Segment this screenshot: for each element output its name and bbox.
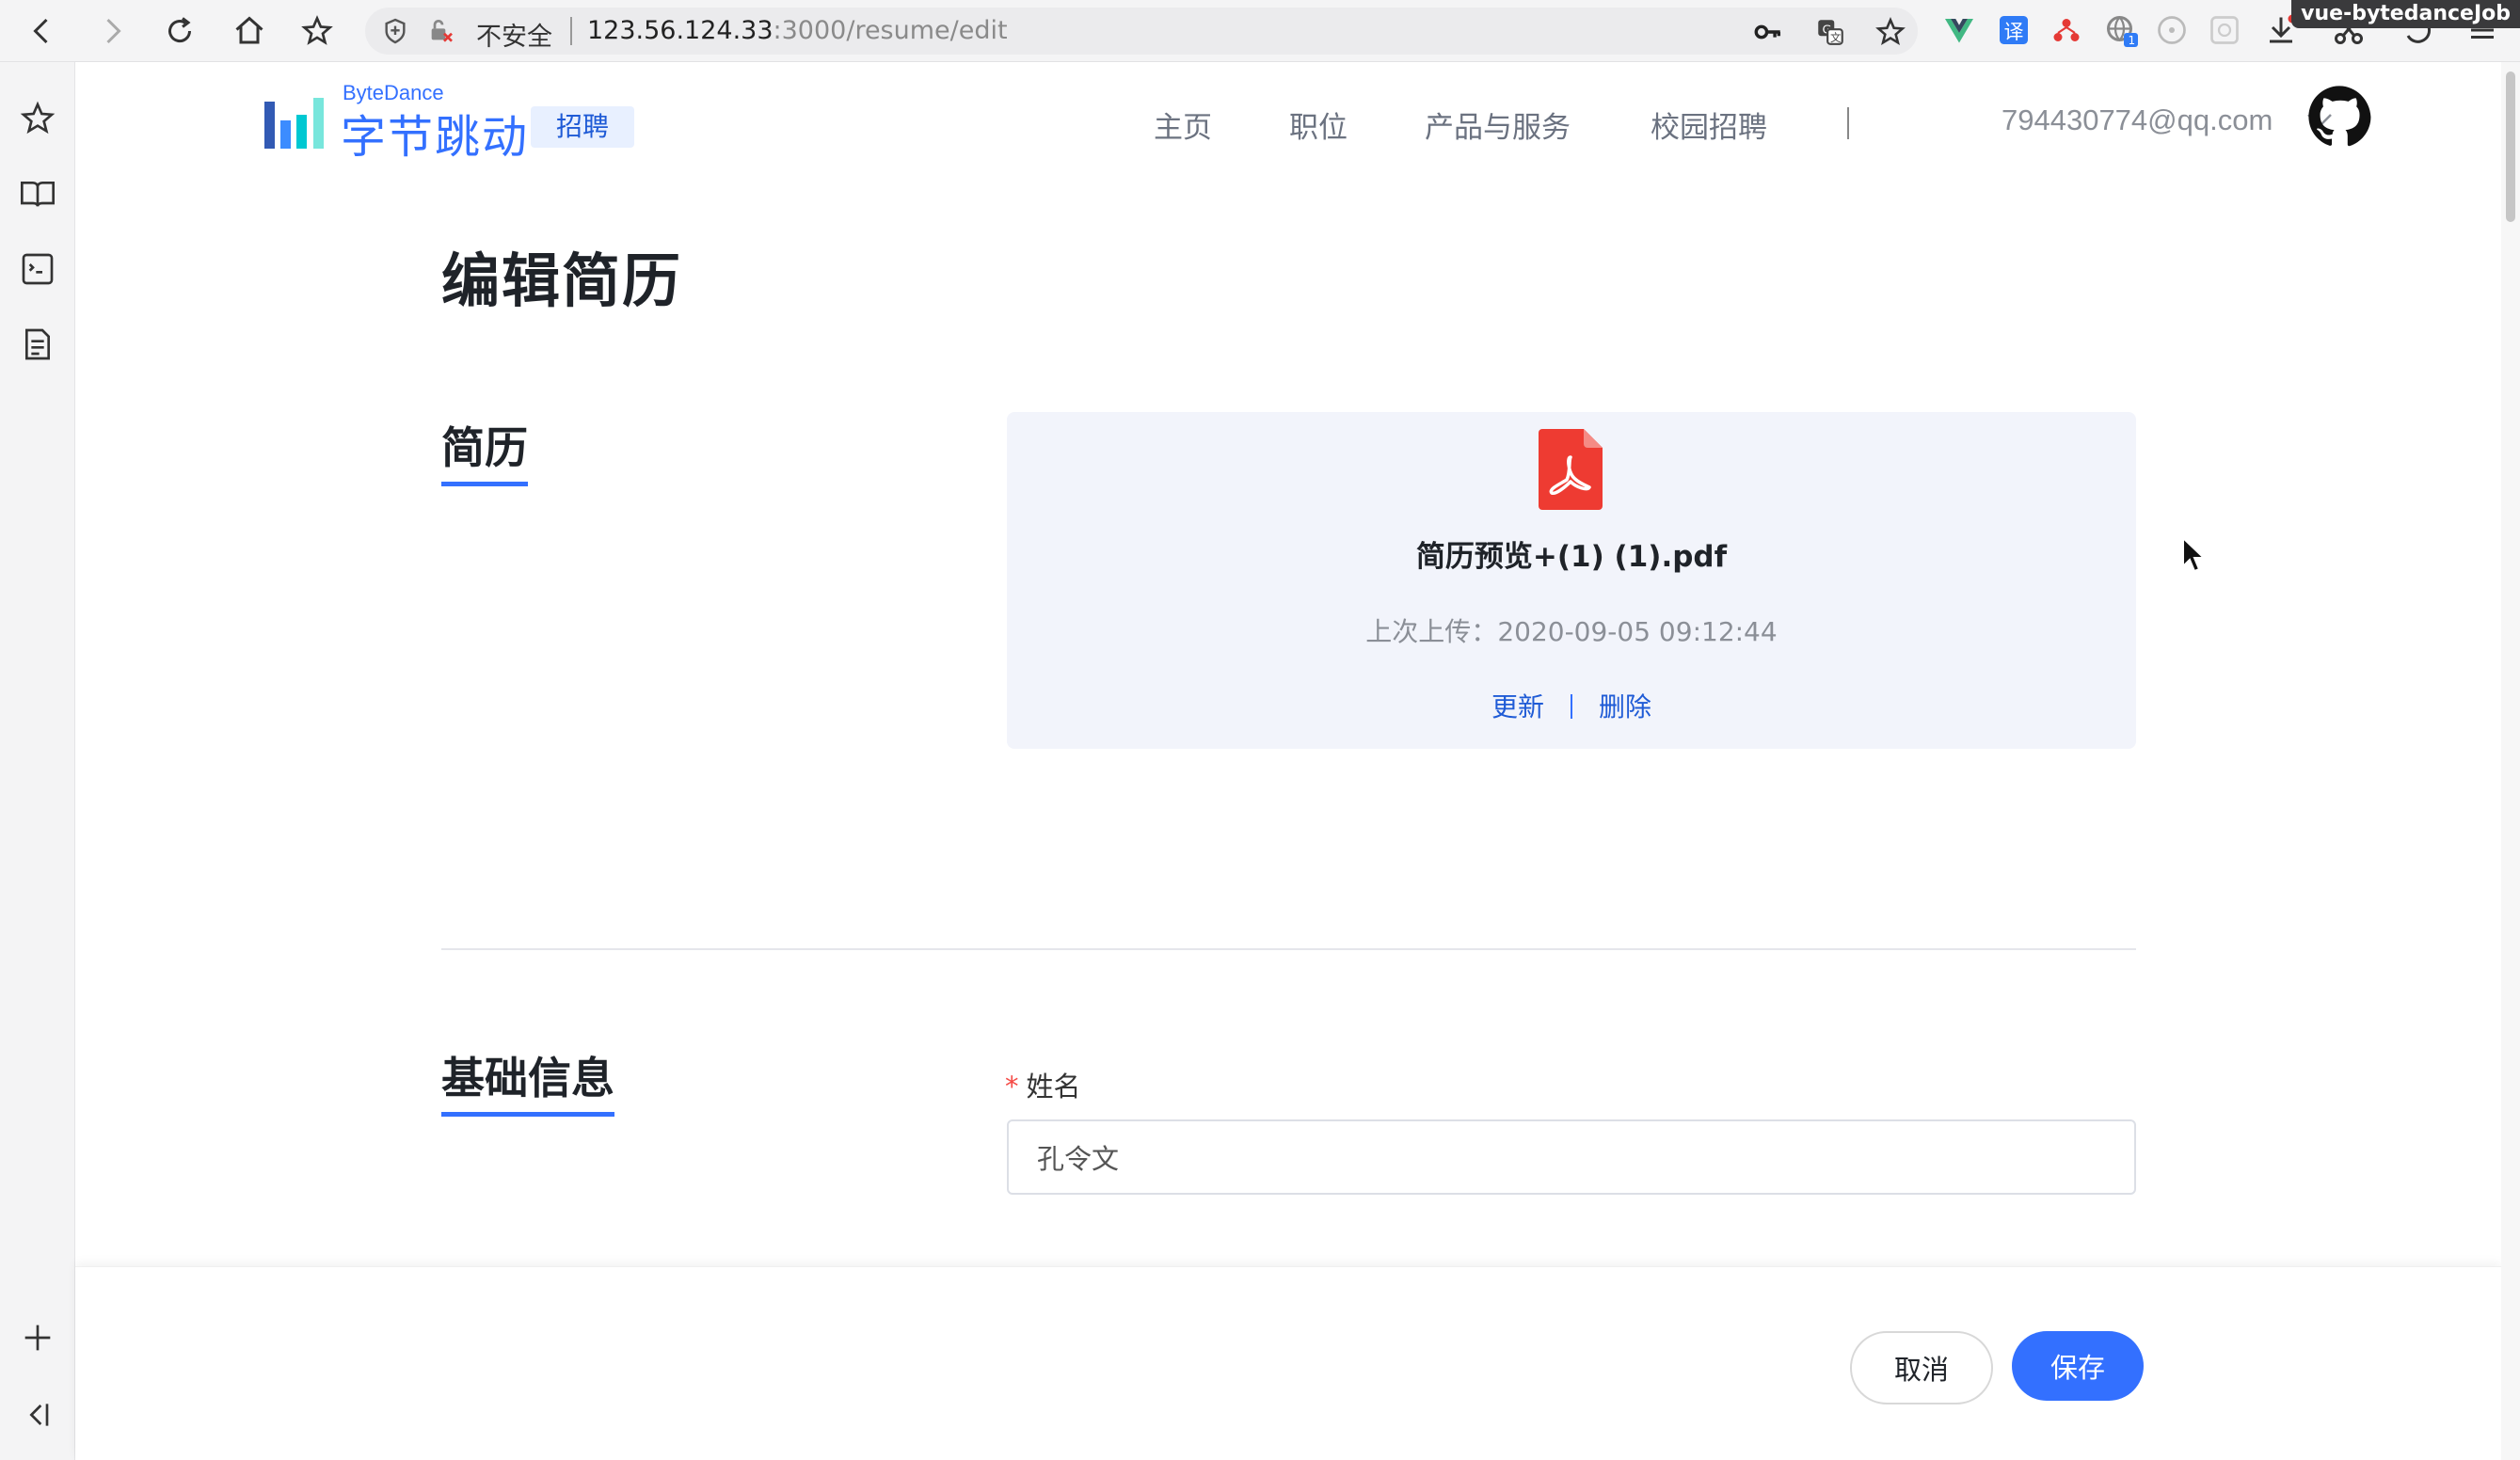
reload-icon <box>168 17 192 43</box>
logo-recruit-tag: 招聘 <box>531 106 634 148</box>
name-input[interactable] <box>1007 1119 2136 1195</box>
nav-campus[interactable]: 校园招聘 <box>1651 103 1767 146</box>
react-extension-icon[interactable] <box>2155 13 2189 47</box>
puzzle-extension-icon[interactable] <box>2208 13 2241 47</box>
plus-icon <box>24 1325 51 1351</box>
resume-upload-info: 上次上传：2020-09-05 09:12:44 <box>1007 611 2136 649</box>
section-divider <box>441 948 2136 950</box>
form-action-bar: 取消 保存 <box>75 1266 2501 1460</box>
sidebar-notes[interactable] <box>19 325 56 363</box>
sidebar-favorites[interactable] <box>19 100 56 137</box>
browser-sidebar <box>0 62 75 1460</box>
home-icon <box>235 16 263 44</box>
repo-badge: vue-bytedanceJob <box>2291 0 2520 28</box>
back-button[interactable] <box>21 9 64 53</box>
nav-divider <box>1847 107 1849 139</box>
star-icon <box>301 15 333 45</box>
sidebar-add[interactable] <box>19 1319 56 1357</box>
address-separator <box>570 17 572 45</box>
github-icon[interactable] <box>2307 85 2371 149</box>
page-scrollbar[interactable] <box>2501 62 2520 1460</box>
home-button[interactable] <box>228 9 271 53</box>
page-title: 编辑简历 <box>441 246 683 315</box>
bytedance-logo-icon[interactable] <box>264 94 328 149</box>
bookmark-star-icon[interactable] <box>1874 16 1906 48</box>
url-text[interactable]: 123.56.124.33:3000/resume/edit <box>587 16 1008 45</box>
required-mark: * <box>1005 1071 1019 1103</box>
sidebar-screenshot[interactable] <box>19 250 56 288</box>
translate-icon[interactable]: G文 <box>1814 16 1846 48</box>
address-bar[interactable]: 不安全 123.56.124.33:3000/resume/edit G文 <box>365 8 1918 55</box>
last-upload-time: 2020-09-05 09:12:44 <box>1497 616 1778 647</box>
last-upload-label: 上次上传： <box>1365 616 1498 647</box>
action-separator <box>1571 694 1572 719</box>
collapse-sidebar-icon <box>29 1404 49 1426</box>
update-resume-link[interactable]: 更新 <box>1491 691 1544 722</box>
chevron-left-icon <box>33 18 48 44</box>
mouse-cursor-icon <box>2182 536 2207 573</box>
network-extension-icon[interactable] <box>2049 13 2083 47</box>
sidebar-reading-list[interactable] <box>19 175 56 213</box>
save-button[interactable]: 保存 <box>2012 1331 2144 1401</box>
name-label-text: 姓名 <box>1026 1071 1081 1103</box>
proxy-extension-icon[interactable]: 1 <box>2104 13 2138 47</box>
resume-filename[interactable]: 简历预览+(1) (1).pdf <box>1007 532 2136 575</box>
section-title-basic-info: 基础信息 <box>441 1044 614 1117</box>
screenshot-icon <box>22 253 54 285</box>
sidebar-collapse[interactable] <box>19 1396 56 1434</box>
insecure-label: 不安全 <box>476 23 552 52</box>
site-header: ByteDance 字节跳动 招聘 主页 职位 产品与服务 校园招聘 79443… <box>75 62 2501 182</box>
logo-chinese[interactable]: 字节跳动 <box>341 100 529 166</box>
resume-actions: 更新 删除 <box>1007 687 2136 724</box>
document-icon <box>25 328 50 360</box>
resume-card: 简历预览+(1) (1).pdf 上次上传：2020-09-05 09:12:4… <box>1007 412 2136 749</box>
pdf-file-icon <box>1539 429 1603 510</box>
browser-toolbar: 不安全 123.56.124.33:3000/resume/edit G文 译 … <box>0 0 2520 62</box>
section-title-resume: 简历 <box>441 414 528 486</box>
vue-devtools-icon[interactable] <box>1942 13 1976 47</box>
scrollbar-thumb[interactable] <box>2506 71 2515 222</box>
star-outline-icon <box>20 101 56 135</box>
name-field-label: * 姓名 <box>1005 1065 1081 1104</box>
chevron-right-icon <box>106 18 121 44</box>
user-email-menu[interactable]: 794430774@qq.com <box>2002 103 2273 137</box>
svg-text:译: 译 <box>2004 21 2024 43</box>
nav-products[interactable]: 产品与服务 <box>1425 103 1571 146</box>
translate-extension-icon[interactable]: 译 <box>1997 13 2031 47</box>
key-icon[interactable] <box>1752 16 1784 48</box>
shield-icon <box>385 18 406 44</box>
insecure-lock-icon <box>431 20 453 42</box>
book-icon <box>21 182 55 207</box>
bookmark-button[interactable] <box>295 9 339 53</box>
url-host: 123.56.124.33 <box>587 16 774 45</box>
reload-button[interactable] <box>158 9 201 53</box>
forward-button[interactable] <box>90 9 134 53</box>
nav-home[interactable]: 主页 <box>1154 103 1212 146</box>
url-path: :3000/resume/edit <box>773 16 1008 45</box>
svg-text:文: 文 <box>1830 31 1841 44</box>
delete-resume-link[interactable]: 删除 <box>1599 691 1651 722</box>
cancel-button[interactable]: 取消 <box>1850 1331 1993 1404</box>
nav-positions[interactable]: 职位 <box>1289 103 1348 146</box>
extension-badge-count: 1 <box>2129 34 2136 47</box>
